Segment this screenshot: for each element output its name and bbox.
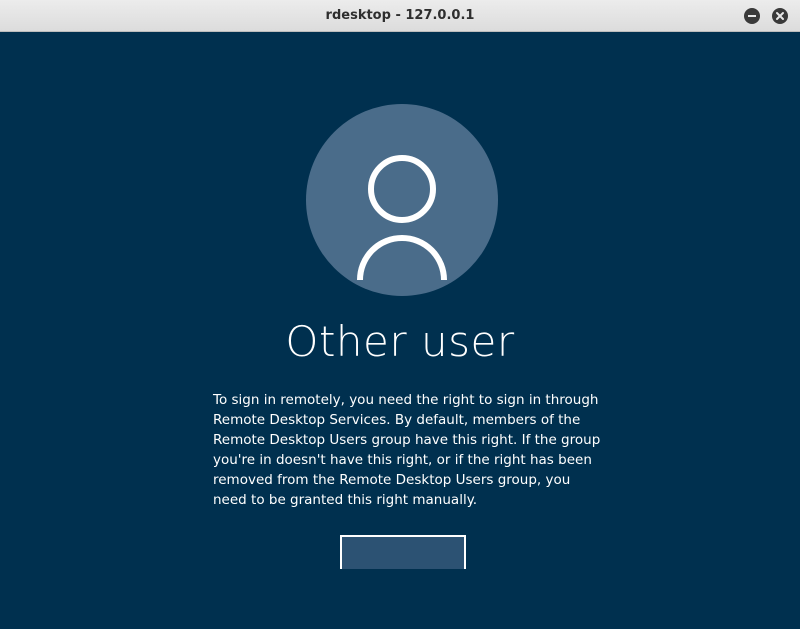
- close-button[interactable]: [772, 8, 788, 24]
- user-avatar: [306, 104, 498, 296]
- remote-desktop-login-screen: Other user To sign in remotely, you need…: [0, 32, 800, 629]
- user-icon: [357, 155, 447, 281]
- minimize-icon: [748, 15, 756, 17]
- username-label: Other user: [285, 317, 515, 366]
- close-icon: [776, 12, 784, 20]
- title-bar[interactable]: rdesktop - 127.0.0.1: [0, 0, 800, 32]
- sign-in-rights-message: To sign in remotely, you need the right …: [213, 392, 601, 508]
- minimize-button[interactable]: [744, 8, 760, 24]
- window-title: rdesktop - 127.0.0.1: [325, 8, 475, 23]
- ok-button[interactable]: [340, 535, 466, 569]
- rdesktop-window: rdesktop - 127.0.0.1 Other user To sign …: [0, 0, 800, 629]
